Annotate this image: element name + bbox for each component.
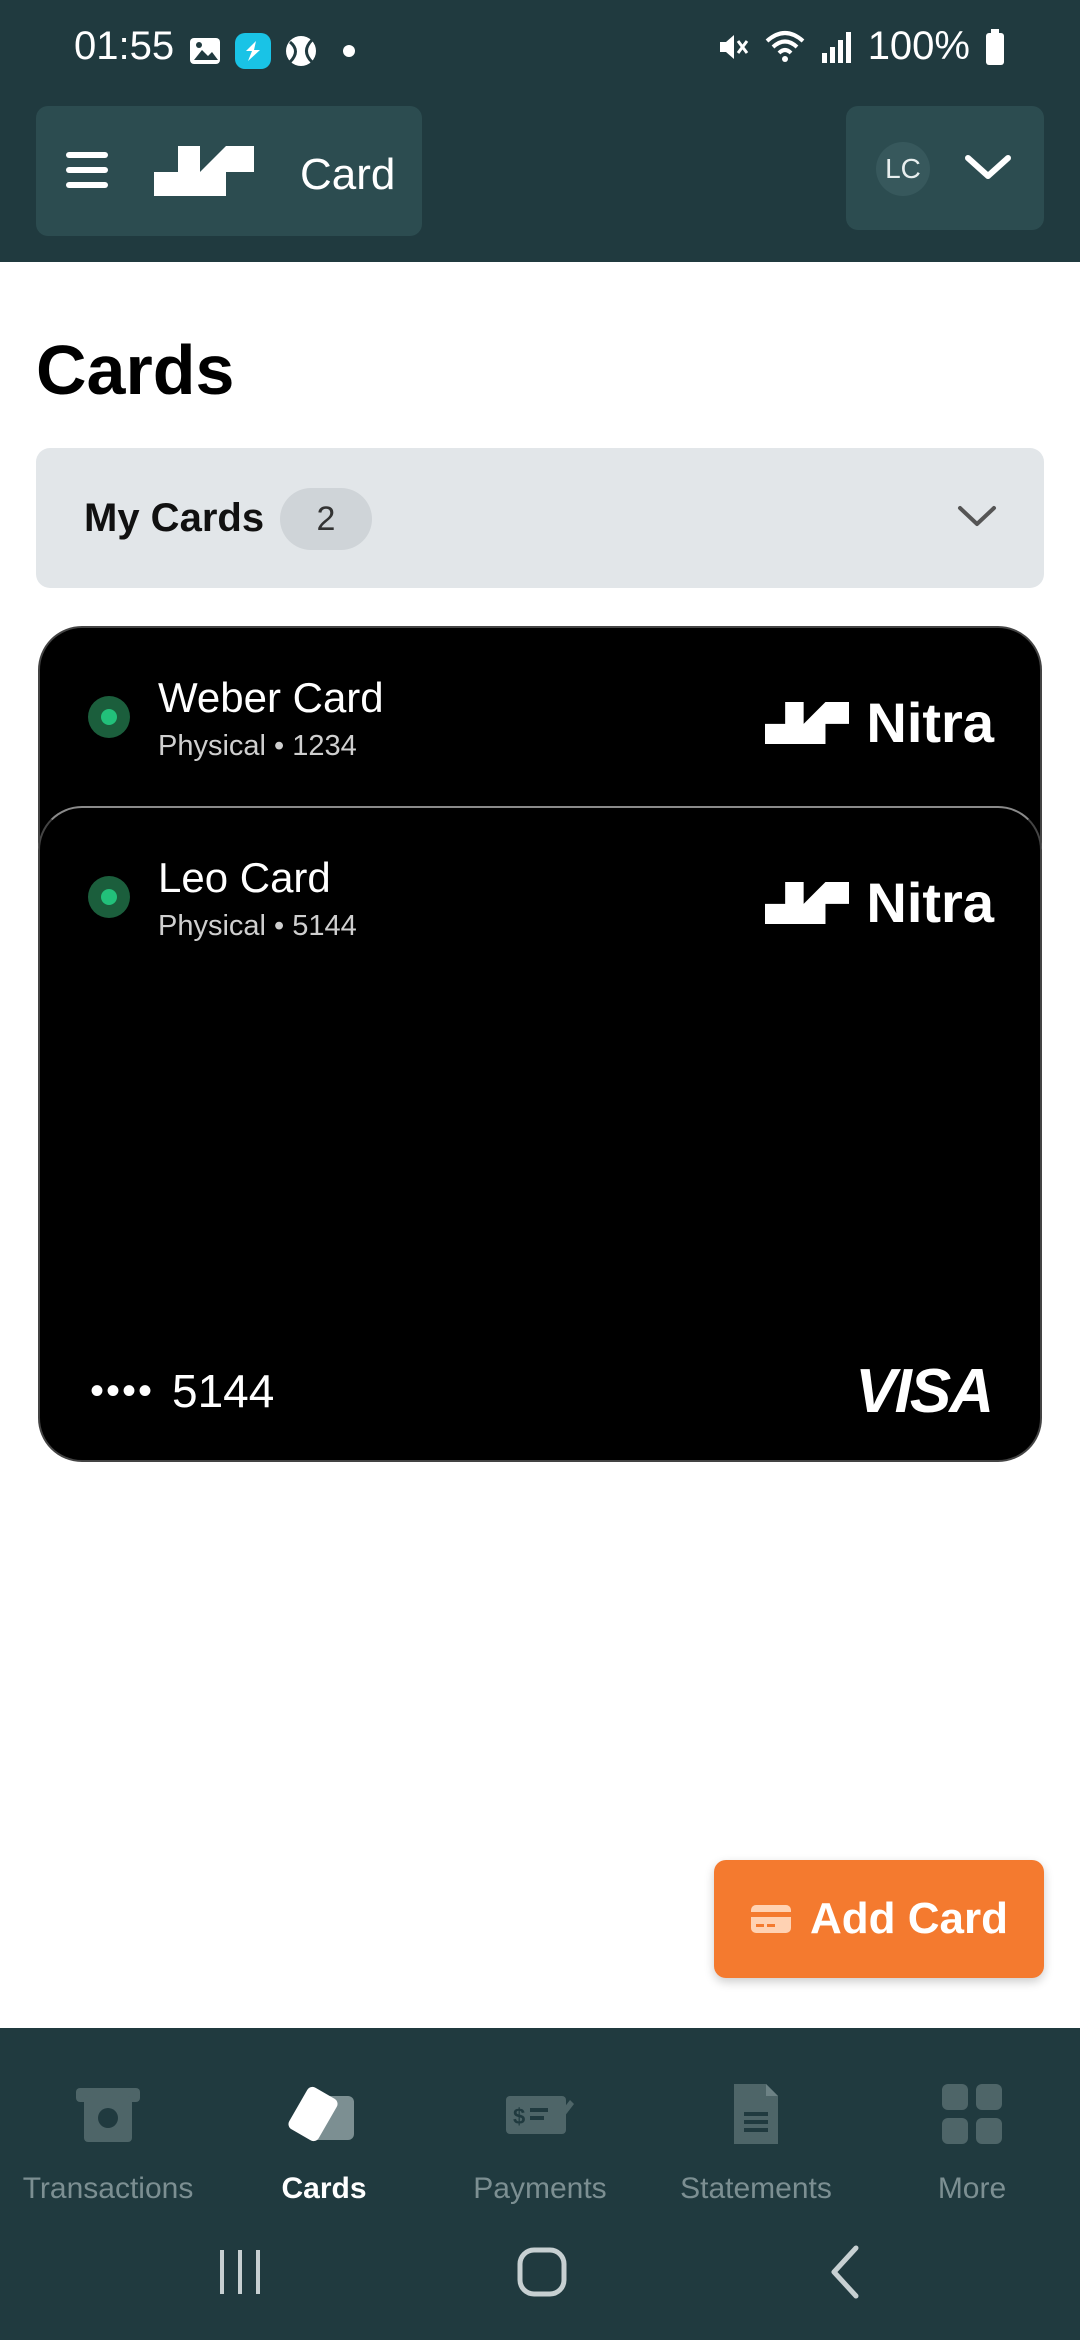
card-leo[interactable]: Leo Card Physical • 5144 Nitra •••• 5144… bbox=[38, 806, 1042, 1462]
mute-icon bbox=[719, 34, 748, 59]
bottom-navigation: Transactions Cards $ Payments Statements… bbox=[0, 2028, 1080, 2340]
card-subtitle: Physical • 1234 bbox=[158, 730, 357, 762]
nav-item-transactions[interactable]: Transactions bbox=[0, 2058, 216, 2208]
page-title: Cards bbox=[36, 331, 235, 409]
dot-icon bbox=[343, 45, 355, 57]
shazam-icon bbox=[235, 33, 271, 69]
app-bar-tile: Card bbox=[36, 106, 422, 236]
back-icon[interactable] bbox=[818, 2242, 878, 2302]
battery-icon bbox=[986, 28, 1004, 65]
add-card-button[interactable]: Add Card bbox=[714, 1860, 1044, 1978]
status-time: 01:55 bbox=[74, 24, 175, 68]
battery-percent: 100% bbox=[867, 24, 970, 68]
chevron-down-icon bbox=[965, 155, 1011, 179]
cards-count-badge: 2 bbox=[280, 488, 372, 550]
card-brand-name: Nitra bbox=[866, 691, 994, 754]
credit-card-icon bbox=[751, 1905, 791, 1933]
menu-icon[interactable] bbox=[66, 152, 110, 188]
masked-digits: •••• bbox=[90, 1368, 155, 1413]
nav-item-statements[interactable]: Statements bbox=[648, 2058, 864, 2208]
card-brand-name: Nitra bbox=[866, 871, 994, 934]
home-icon[interactable] bbox=[512, 2242, 572, 2302]
avatar: LC bbox=[876, 142, 930, 196]
app-header: 01:55 100% Card LC bbox=[0, 0, 1080, 262]
chevron-down-icon bbox=[958, 506, 996, 526]
transactions-icon bbox=[76, 2088, 140, 2142]
more-grid-icon bbox=[942, 2084, 1002, 2144]
status-right: 100% bbox=[714, 24, 1006, 69]
notification-icons bbox=[186, 32, 368, 70]
card-number: •••• 5144 bbox=[90, 1364, 274, 1418]
card-brand: Nitra bbox=[764, 690, 994, 755]
payments-icon: $ bbox=[506, 2096, 574, 2134]
cards-icon bbox=[288, 2086, 354, 2142]
nav-item-payments[interactable]: $ Payments bbox=[432, 2058, 648, 2208]
active-status-icon bbox=[88, 876, 130, 918]
nitra-logo-icon bbox=[765, 701, 850, 744]
status-bar: 01:55 100% bbox=[0, 0, 1080, 100]
svg-text:$: $ bbox=[513, 2104, 525, 2129]
card-name: Weber Card bbox=[158, 674, 384, 721]
recent-apps-icon[interactable] bbox=[210, 2242, 270, 2302]
my-cards-accordion[interactable]: My Cards 2 bbox=[36, 448, 1044, 588]
add-card-label: Add Card bbox=[810, 1894, 1008, 1943]
card-last4: 5144 bbox=[172, 1365, 275, 1417]
wifi-icon bbox=[765, 30, 805, 62]
signal-icon bbox=[821, 31, 851, 63]
account-switcher[interactable]: LC bbox=[846, 106, 1044, 230]
active-status-icon bbox=[88, 696, 130, 738]
my-cards-label: My Cards bbox=[84, 496, 265, 540]
visa-logo: VISA bbox=[855, 1357, 994, 1426]
statements-icon bbox=[734, 2084, 778, 2144]
nitra-logo-icon bbox=[765, 881, 850, 924]
app-title: Card bbox=[300, 150, 396, 199]
card-subtitle: Physical • 5144 bbox=[158, 910, 357, 942]
nav-item-cards[interactable]: Cards bbox=[216, 2058, 432, 2208]
card-name: Leo Card bbox=[158, 854, 331, 901]
image-icon bbox=[190, 38, 220, 64]
card-brand: Nitra bbox=[764, 870, 994, 935]
system-navigation bbox=[0, 2200, 1080, 2340]
nav-item-more[interactable]: More bbox=[864, 2058, 1080, 2208]
nitra-logo-icon bbox=[154, 146, 254, 196]
sports-icon bbox=[286, 36, 316, 66]
